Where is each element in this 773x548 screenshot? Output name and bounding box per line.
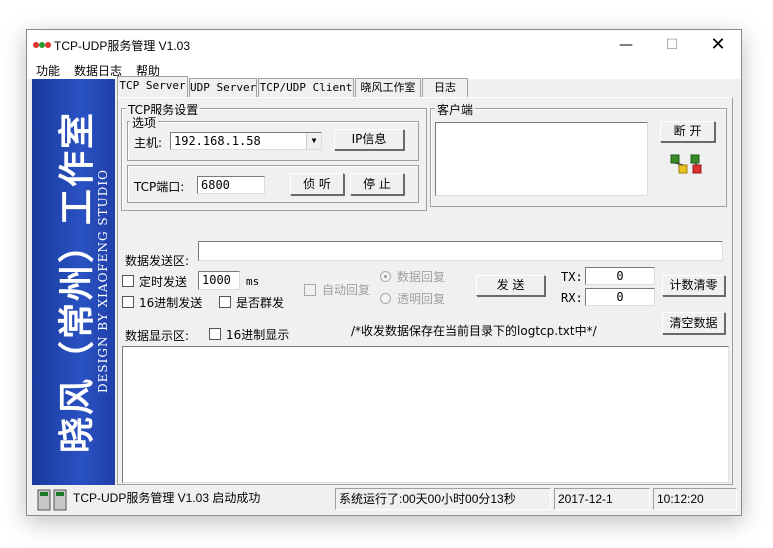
ip-info-button[interactable]: IP信息 <box>334 129 404 150</box>
broadcast-label: 是否群发 <box>236 296 285 310</box>
hex-send-label: 16进制发送 <box>139 296 203 310</box>
tab-udp-server[interactable]: UDP Server <box>189 78 257 97</box>
banner-subtitle: DESIGN BY XIAOFENG STUDIO <box>96 169 110 393</box>
tx-count: 0 <box>585 267 655 285</box>
tab-studio[interactable]: 晓风工作室 <box>355 78 421 97</box>
interval-input[interactable]: 1000 <box>198 271 240 290</box>
host-label: 主机: <box>134 136 163 150</box>
data-reply-radio[interactable] <box>380 271 391 282</box>
clear-data-button[interactable]: 清空数据 <box>662 312 725 334</box>
minimize-button[interactable]: — <box>603 30 649 60</box>
studio-banner: 晓风（常州）工作室 DESIGN BY XIAOFENG STUDIO <box>32 79 115 485</box>
disconnect-button[interactable]: 断 开 <box>660 121 715 142</box>
send-button[interactable]: 发 送 <box>476 275 545 296</box>
hex-display-label: 16进制显示 <box>226 328 290 342</box>
banner-title: 晓风（常州）工作室 <box>56 110 98 454</box>
port-label: TCP端口: <box>134 180 185 194</box>
chevron-down-icon[interactable]: ▼ <box>306 133 321 149</box>
maximize-button[interactable]: ☐ <box>649 30 695 60</box>
tcp-server-panel: TCP服务设置 选项 主机: 192.168.1.58 ▼ IP信息 TCP端口… <box>117 97 733 485</box>
tx-label: TX: <box>561 270 583 284</box>
send-area-label: 数据发送区: <box>125 254 190 268</box>
host-value: 192.168.1.58 <box>174 134 261 148</box>
tab-tcp-udp-client[interactable]: TCP/UDP Client <box>258 78 354 97</box>
broadcast-checkbox[interactable] <box>219 296 231 308</box>
auto-reply-label: 自动回复 <box>322 283 371 297</box>
rx-label: RX: <box>561 291 583 305</box>
status-date: 2017-12-1 <box>554 488 650 510</box>
options-group: 选项 主机: 192.168.1.58 ▼ IP信息 <box>127 114 419 161</box>
main-window: TCP-UDP服务管理 V1.03 — ☐ ✕ 功能 数据日志 帮助 晓风（常州… <box>26 29 742 516</box>
send-data-input[interactable] <box>198 241 723 261</box>
receive-data-display[interactable] <box>122 346 729 483</box>
client-list[interactable] <box>435 122 648 196</box>
port-input[interactable]: 6800 <box>197 176 265 194</box>
clear-counts-button[interactable]: 计数清零 <box>662 275 725 296</box>
tab-log[interactable]: 日志 <box>422 78 468 97</box>
window-title: TCP-UDP服务管理 V1.03 <box>54 39 191 53</box>
menu-data-log[interactable]: 数据日志 <box>74 62 122 79</box>
close-button[interactable]: ✕ <box>695 30 741 60</box>
app-icon <box>33 42 51 48</box>
host-select[interactable]: 192.168.1.58 ▼ <box>170 132 322 150</box>
hex-send-checkbox[interactable] <box>122 296 134 308</box>
status-bar: TCP-UDP服务管理 V1.03 启动成功 系统运行了:00天00小时00分1… <box>32 485 738 513</box>
options-label: 选项 <box>130 114 159 131</box>
transparent-reply-label: 透明回复 <box>397 292 446 306</box>
menu-function[interactable]: 功能 <box>36 62 60 79</box>
port-group: TCP端口: 6800 侦 听 停 止 <box>127 165 419 203</box>
network-icon <box>670 154 702 174</box>
auto-reply-checkbox[interactable] <box>304 284 316 296</box>
interval-unit: ms <box>246 275 260 288</box>
client-group-label: 客户端 <box>435 101 476 118</box>
status-app: TCP-UDP服务管理 V1.03 启动成功 <box>73 491 261 505</box>
hex-display-checkbox[interactable] <box>209 328 221 340</box>
stop-button[interactable]: 停 止 <box>350 173 404 195</box>
log-file-note: /*收发数据保存在当前目录下的logtcp.txt中*/ <box>351 324 597 338</box>
data-reply-label: 数据回复 <box>397 270 446 284</box>
status-time: 10:12:20 <box>653 488 737 510</box>
timed-send-checkbox[interactable] <box>122 275 134 287</box>
status-app-icon <box>37 489 67 511</box>
status-uptime: 系统运行了:00天00小时00分13秒 <box>335 488 551 510</box>
transparent-reply-radio[interactable] <box>380 293 391 304</box>
listen-button[interactable]: 侦 听 <box>290 173 344 195</box>
tcp-settings-group: TCP服务设置 选项 主机: 192.168.1.58 ▼ IP信息 TCP端口… <box>121 101 427 211</box>
client-group: 客户端 断 开 <box>430 101 727 207</box>
rx-count: 0 <box>585 288 655 306</box>
title-bar[interactable]: TCP-UDP服务管理 V1.03 — ☐ ✕ <box>27 30 741 60</box>
receive-area-label: 数据显示区: <box>125 329 190 343</box>
tab-tcp-server[interactable]: TCP Server <box>117 76 188 97</box>
timed-send-label: 定时发送 <box>139 275 188 289</box>
